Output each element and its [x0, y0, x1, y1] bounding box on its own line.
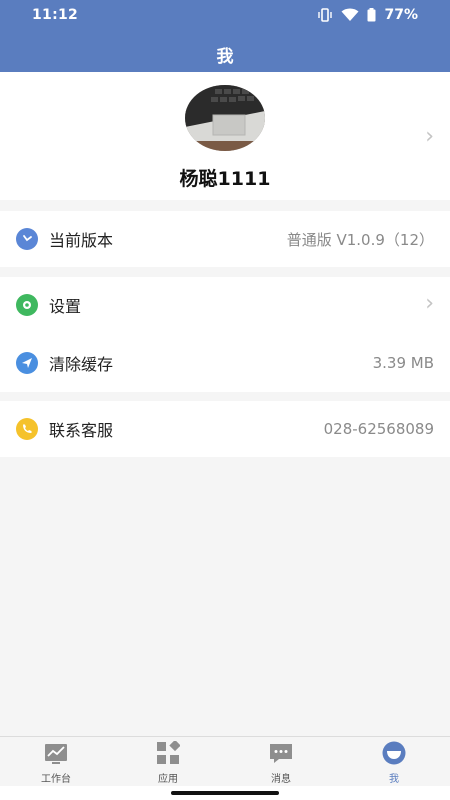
avatar[interactable]	[185, 85, 265, 151]
nav-label-apps: 应用	[158, 774, 178, 785]
battery-icon	[367, 8, 376, 22]
version-row: 当前版本 普通版 V1.0.9（12）	[0, 211, 450, 267]
vibrate-icon	[317, 8, 333, 22]
gear-icon	[16, 294, 38, 316]
avatar-photo	[185, 85, 265, 151]
status-bar: 11:12 77%	[0, 0, 450, 32]
phone-icon	[16, 418, 38, 440]
settings-row[interactable]: 设置 ›	[0, 277, 450, 333]
apps-grid-icon	[157, 741, 180, 764]
wifi-icon	[341, 8, 359, 22]
nav-tab-messages[interactable]: 消息	[225, 737, 337, 787]
version-value: 普通版 V1.0.9（12）	[286, 230, 434, 249]
page-title: 我	[216, 47, 234, 67]
version-label: 当前版本	[49, 231, 114, 250]
status-time: 11:12	[32, 7, 79, 23]
nav-tab-me[interactable]: 我	[338, 737, 450, 787]
nav-tab-apps[interactable]: 应用	[112, 737, 224, 787]
clear-cache-label: 清除缓存	[49, 355, 114, 374]
profile-name: 杨聪1111	[179, 168, 271, 190]
chevron-right-icon: ›	[425, 291, 434, 316]
nav-tab-workbench[interactable]: 工作台	[0, 737, 112, 787]
cache-size-value: 3.39 MB	[372, 354, 434, 372]
bottom-navigation: 工作台 应用 消息 我	[0, 736, 450, 786]
contact-row[interactable]: 联系客服 028-62568089	[0, 401, 450, 457]
settings-card: 设置 › 清除缓存 3.39 MB	[0, 277, 450, 392]
message-icon	[270, 744, 292, 763]
clock-icon	[16, 228, 38, 250]
home-indicator[interactable]	[171, 791, 279, 795]
version-card: 当前版本 普通版 V1.0.9（12）	[0, 211, 450, 267]
profile-face-icon	[382, 741, 406, 765]
settings-label: 设置	[49, 297, 82, 316]
contact-phone-value[interactable]: 028-62568089	[324, 420, 434, 438]
app-header: 11:12 77% 我	[0, 0, 450, 72]
clear-cache-row[interactable]: 清除缓存 3.39 MB	[0, 335, 450, 391]
status-icons: 77%	[317, 7, 418, 23]
chevron-right-icon[interactable]: ›	[425, 124, 434, 149]
nav-label-me: 我	[389, 774, 399, 785]
contact-card: 联系客服 028-62568089	[0, 401, 450, 457]
profile-card[interactable]: 杨聪1111 ›	[0, 72, 450, 200]
nav-label-messages: 消息	[271, 774, 291, 785]
battery-percent: 77%	[384, 7, 418, 23]
gesture-bar	[0, 786, 450, 800]
paper-plane-icon	[16, 352, 38, 374]
contact-label: 联系客服	[49, 421, 114, 440]
workbench-chart-icon	[45, 744, 67, 764]
nav-label-workbench: 工作台	[41, 774, 71, 785]
